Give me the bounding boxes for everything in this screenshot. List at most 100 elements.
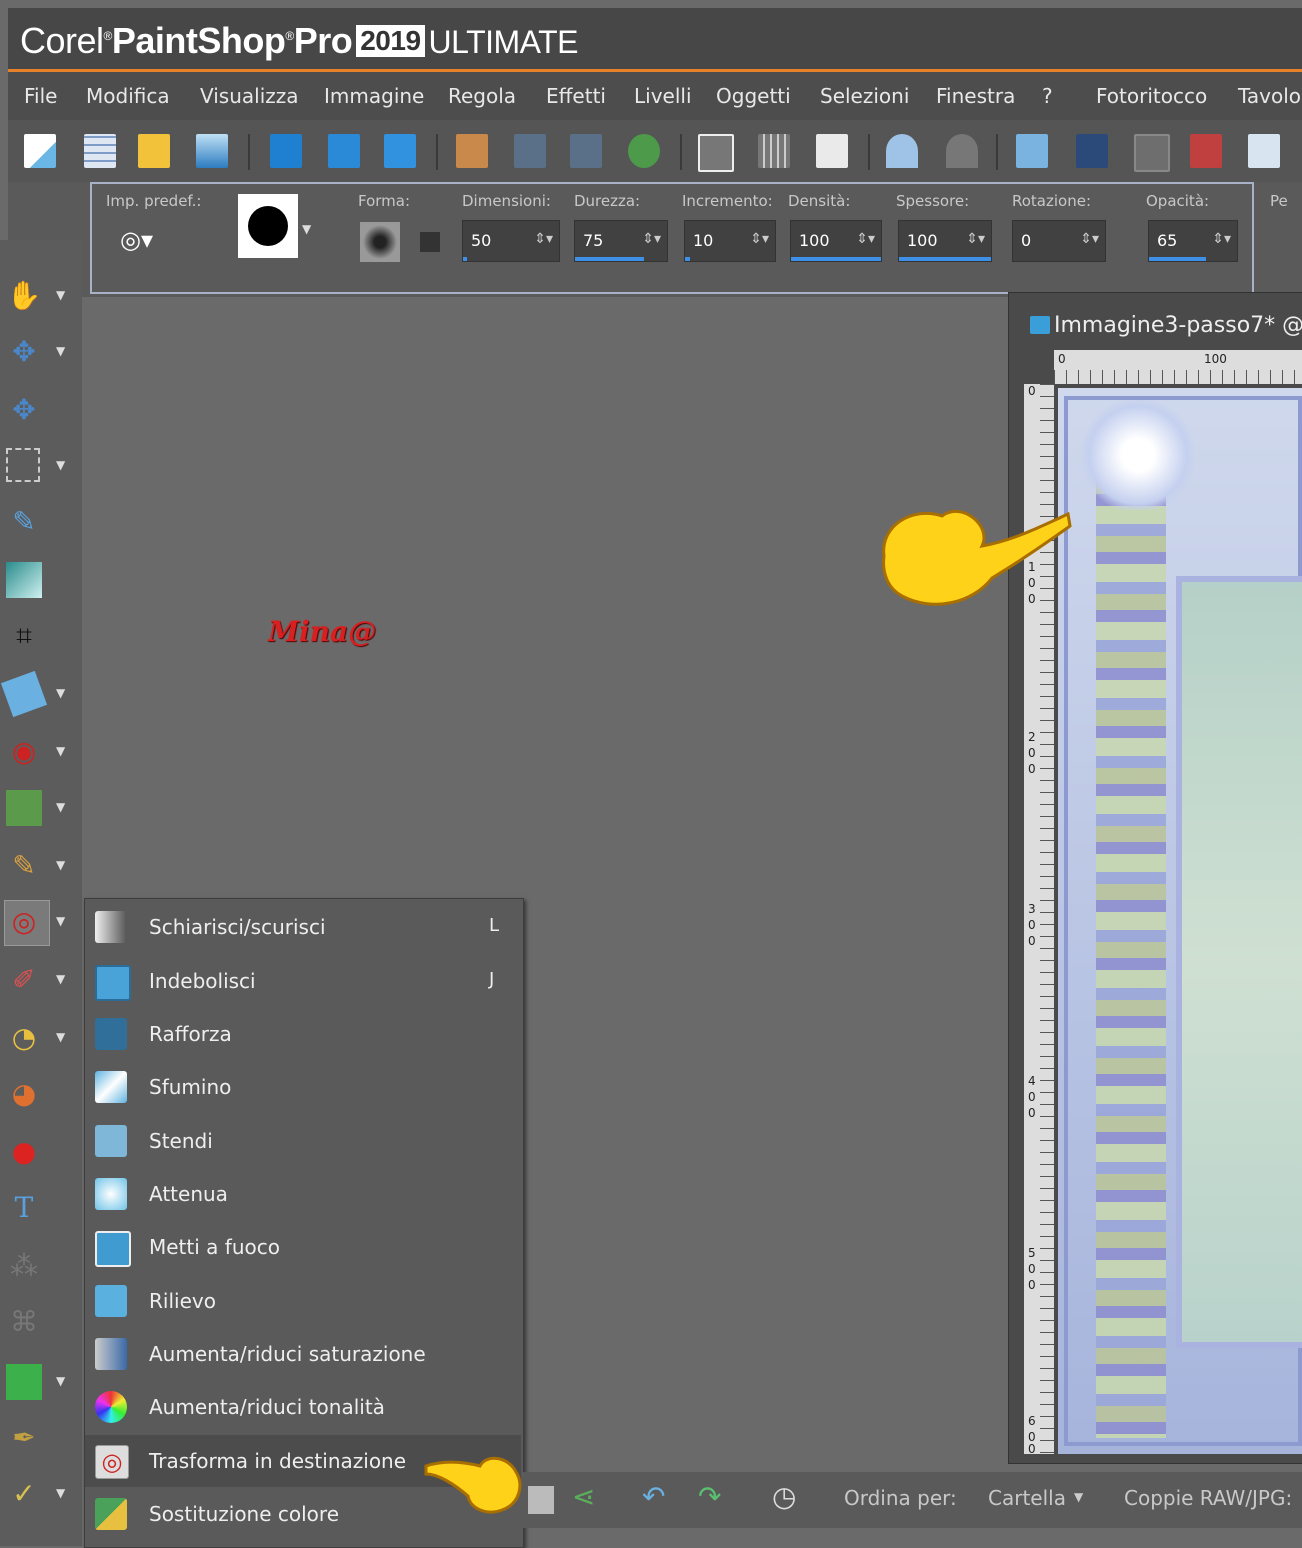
chevron-down-icon[interactable]: ▼ [56,744,65,758]
hardness-spinner[interactable]: 75 ⇕▾ [574,220,668,262]
redo-icon[interactable] [946,134,978,168]
shape-tool-icon[interactable] [6,1364,42,1400]
document-title[interactable]: Immagine3-passo7* @ [1054,313,1302,338]
print-icon[interactable] [816,134,848,168]
chevron-down-icon[interactable]: ▼ [56,288,65,302]
spinner-arrows-icon[interactable]: ⇕▾ [856,231,875,247]
open-folder-icon[interactable] [138,134,170,168]
menu-immagine[interactable]: Immagine [324,84,424,108]
save-copy-icon[interactable] [384,134,416,168]
object-tool-icon[interactable]: ⁂ [6,1248,42,1284]
fill-tool-icon[interactable]: ◔ [6,1020,42,1056]
chevron-down-icon[interactable]: ▼ [56,914,65,928]
share-icon[interactable]: ⋖ [572,1480,595,1513]
chevron-down-icon[interactable]: ▼ [56,344,65,358]
menu-item-lighten[interactable]: Attenua [85,1168,521,1220]
crop-tool-icon[interactable]: ⌗ [6,618,42,654]
save-as-icon[interactable] [328,134,360,168]
spinner-arrows-icon[interactable]: ⇕▾ [966,231,985,247]
move-tool-icon[interactable]: ✥ [6,334,42,370]
menu-item-smudge[interactable]: Sfumino [85,1061,521,1113]
density-spinner[interactable]: 100 ⇕▾ [790,220,882,262]
perspective-tool-icon[interactable] [0,670,48,718]
eraser-tool-icon[interactable]: ✐ [6,962,42,998]
save-icon[interactable] [270,134,302,168]
spinner-arrows-icon[interactable]: ⇕▾ [534,231,553,247]
grid-icon[interactable] [84,134,116,168]
menu-item-sharpen[interactable]: Rafforza [85,1008,521,1060]
chevron-down-icon[interactable]: ▼ [56,1486,65,1500]
spinner-arrows-icon[interactable]: ⇕▾ [1080,231,1099,247]
share-icon[interactable] [628,134,660,168]
text-tool-icon[interactable]: T [6,1190,42,1226]
art-media-tool-icon[interactable]: ✓ [6,1476,42,1512]
archive-icon[interactable] [456,134,488,168]
menu-finestra[interactable]: Finestra [936,84,1015,108]
menu-effetti[interactable]: Effetti [546,84,606,108]
export-png-icon[interactable] [570,134,602,168]
canvas-artwork[interactable] [1058,388,1302,1454]
brush-dropdown-icon[interactable]: ▼ [302,222,311,236]
scan-icon[interactable] [196,134,228,168]
new-icon[interactable] [24,134,56,168]
chevron-down-icon[interactable]: ▼ [1074,1490,1083,1504]
menu-visualizza[interactable]: Visualizza [200,84,299,108]
menu-fotoritocco[interactable]: Fotoritocco [1096,84,1207,108]
menu-modifica[interactable]: Modifica [86,84,170,108]
step-spinner[interactable]: 10 ⇕▾ [684,220,776,262]
rotate-right-icon[interactable]: ↷ [698,1480,721,1513]
pan-tool-icon[interactable]: ✋ [6,278,42,314]
dropper-tool-icon[interactable]: ✎ [6,504,42,540]
chevron-down-icon[interactable]: ▼ [56,1374,65,1388]
picture-tube-tool-icon[interactable]: ● [6,1134,42,1170]
menu-item-push[interactable]: Stendi [85,1115,521,1167]
thickness-spinner[interactable]: 100 ⇕▾ [898,220,992,262]
menu-help[interactable]: ? [1042,84,1053,108]
menu-item-soften[interactable]: Indebolisci J [85,955,521,1007]
selection-tool-icon[interactable] [6,448,40,482]
menu-selezioni[interactable]: Selezioni [820,84,909,108]
chevron-down-icon[interactable]: ▼ [56,858,65,872]
paint-brush-tool-icon[interactable]: ✎ [6,848,42,884]
menu-regola[interactable]: Regola [448,84,516,108]
ruler-icon[interactable] [698,134,734,172]
spinner-arrows-icon[interactable]: ⇕▾ [1212,231,1231,247]
mesh-warp-tool-icon[interactable]: ⌘ [6,1304,42,1340]
target-tool-icon[interactable]: ◎ [6,904,42,940]
chevron-down-icon[interactable]: ▼ [56,458,65,472]
table-icon[interactable] [1248,134,1280,168]
histogram-icon[interactable] [1190,134,1222,168]
menu-item-hue[interactable]: Aumenta/riduci tonalità [85,1381,521,1433]
shape-round-icon[interactable] [360,222,400,262]
menu-item-focus[interactable]: Metti a fuoco [85,1221,521,1273]
pick-tool-icon[interactable]: ✥ [6,392,42,428]
menu-file[interactable]: File [24,84,57,108]
chevron-down-icon[interactable]: ▼ [56,1030,65,1044]
menu-item-emboss[interactable]: Rilievo [85,1275,521,1327]
resize-icon[interactable] [1016,134,1048,168]
preset-icon[interactable]: ◎▾ [120,226,153,254]
brush-preview[interactable] [238,194,298,258]
pen-tool-icon[interactable]: ✒ [6,1420,42,1456]
menu-oggetti[interactable]: Oggetti [716,84,791,108]
crop-icon[interactable] [1134,134,1170,172]
undo-icon[interactable] [886,134,918,168]
shape-square-icon[interactable] [420,232,440,252]
rotate-left-icon[interactable]: ↶ [642,1480,665,1513]
red-eye-tool-icon[interactable]: ◉ [6,734,42,770]
size-spinner[interactable]: 50 ⇕▾ [462,220,560,262]
chevron-down-icon[interactable]: ▼ [56,972,65,986]
menu-item-saturation[interactable]: Aumenta/riduci saturazione [85,1328,521,1380]
menu-tavolo[interactable]: Tavolo [1238,84,1301,108]
organizer-print-icon[interactable] [528,1486,554,1514]
export-jpg-icon[interactable] [514,134,546,168]
opacity-spinner[interactable]: 65 ⇕▾ [1148,220,1238,262]
spinner-arrows-icon[interactable]: ⇕▾ [642,231,661,247]
chevron-down-icon[interactable]: ▼ [56,800,65,814]
rotation-spinner[interactable]: 0 ⇕▾ [1012,220,1106,262]
sort-dropdown[interactable]: Cartella [988,1486,1066,1510]
menu-livelli[interactable]: Livelli [634,84,692,108]
fit-icon[interactable] [1076,134,1108,168]
menu-item-dodge-burn[interactable]: Schiarisci/scurisci L [85,901,521,953]
color-changer-tool-icon[interactable]: ◕ [6,1076,42,1112]
